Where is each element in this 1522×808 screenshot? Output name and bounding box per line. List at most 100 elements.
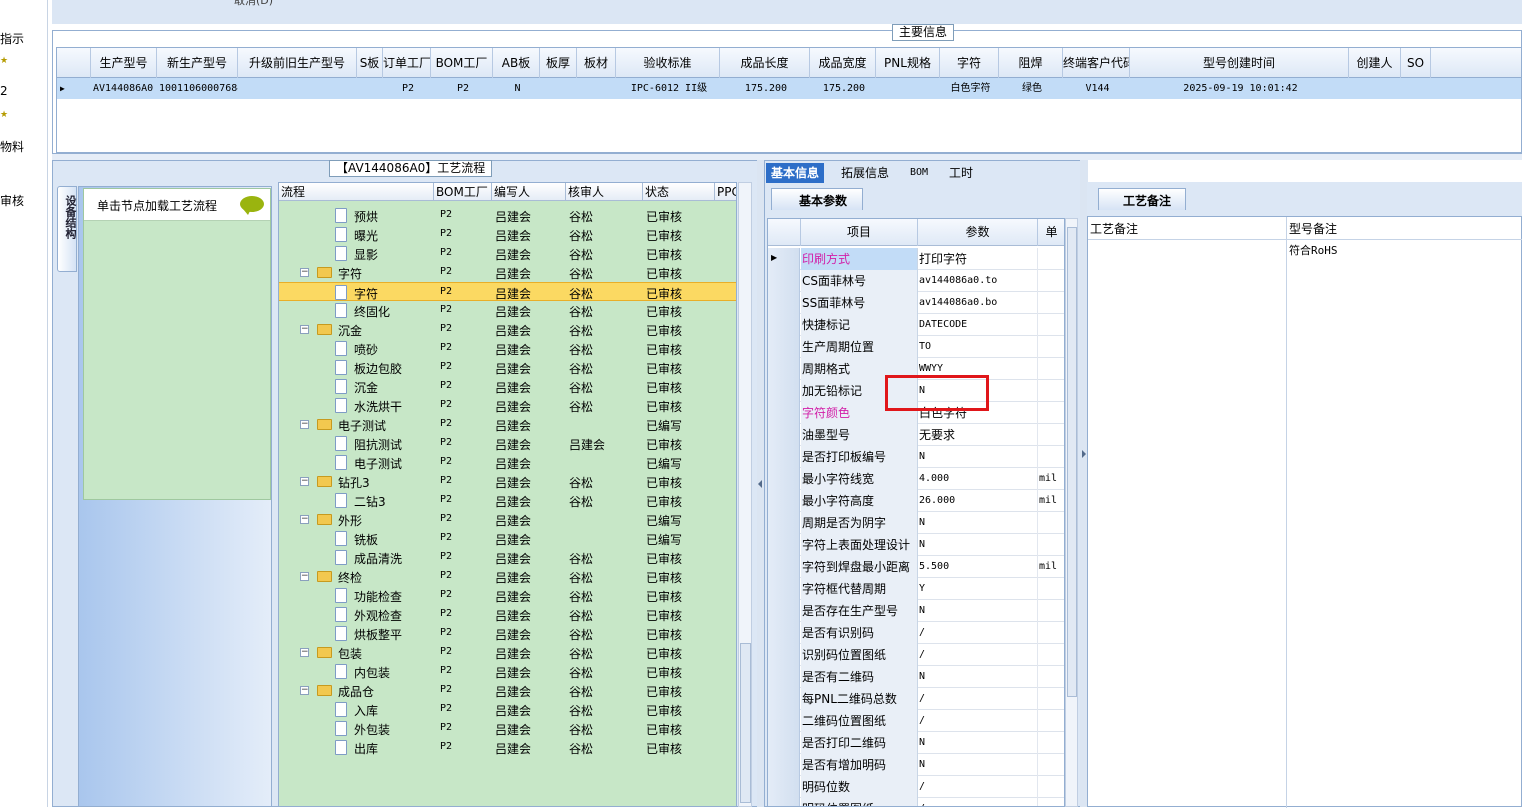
property-value[interactable]: Y: [918, 578, 1038, 600]
property-value[interactable]: /: [918, 798, 1038, 806]
property-row[interactable]: 二维码位置图纸 /: [768, 710, 1064, 732]
tree-scrollbar[interactable]: [738, 182, 752, 807]
property-column-header[interactable]: 单: [1038, 219, 1064, 246]
property-row[interactable]: SS面菲林号 av144086a0.bo: [768, 292, 1064, 314]
property-row[interactable]: 最小字符线宽 4.000 mil: [768, 468, 1064, 490]
property-value[interactable]: /: [918, 776, 1038, 798]
property-row[interactable]: 最小字符高度 26.000 mil: [768, 490, 1064, 512]
row-header[interactable]: [768, 600, 800, 622]
property-row[interactable]: 明码位数 /: [768, 776, 1064, 798]
tree-column-header[interactable]: 流程: [279, 183, 434, 201]
column-header[interactable]: 生产型号: [91, 48, 157, 78]
table-cell[interactable]: V144: [1065, 78, 1130, 99]
row-header[interactable]: [768, 358, 800, 380]
table-cell[interactable]: 10011060007684: [159, 78, 238, 99]
table-cell[interactable]: AV144086A0: [93, 78, 157, 99]
tree-group[interactable]: − 钻孔3 P2 吕建会 谷松 已审核: [279, 472, 736, 491]
property-row[interactable]: 每PNL二维码总数 /: [768, 688, 1064, 710]
table-cell[interactable]: 175.200: [812, 78, 876, 99]
tab-basic-params[interactable]: 基本参数: [771, 188, 863, 210]
column-header[interactable]: SO: [1401, 48, 1431, 78]
collapse-icon[interactable]: −: [300, 648, 309, 657]
row-header[interactable]: [768, 754, 800, 776]
property-value[interactable]: N: [918, 666, 1038, 688]
column-header[interactable]: 升级前旧生产型号: [238, 48, 357, 78]
property-value[interactable]: /: [918, 688, 1038, 710]
property-row[interactable]: 字符到焊盘最小距离 5.500 mil: [768, 556, 1064, 578]
row-header[interactable]: [768, 732, 800, 754]
row-header[interactable]: [768, 402, 800, 424]
collapse-icon[interactable]: −: [300, 515, 309, 524]
row-header[interactable]: [768, 688, 800, 710]
tree-node[interactable]: 成品清洗 P2 吕建会 谷松 已审核: [279, 548, 736, 567]
collapse-icon[interactable]: −: [300, 268, 309, 277]
tree-node[interactable]: 烘板整平 P2 吕建会 谷松 已审核: [279, 624, 736, 643]
row-header[interactable]: [768, 578, 800, 600]
tree-group[interactable]: − 沉金 P2 吕建会 谷松 已审核: [279, 320, 736, 339]
row-header[interactable]: [768, 776, 800, 798]
property-value[interactable]: N: [918, 534, 1038, 556]
row-header[interactable]: [768, 556, 800, 578]
tree-node[interactable]: 字符 P2 吕建会 谷松 已审核: [279, 282, 736, 301]
property-row[interactable]: 字符框代替周期 Y: [768, 578, 1064, 600]
column-header[interactable]: 新生产型号: [157, 48, 238, 78]
tree-node[interactable]: 沉金 P2 吕建会 谷松 已审核: [279, 377, 736, 396]
row-header[interactable]: [768, 380, 800, 402]
table-cell[interactable]: [1403, 78, 1431, 99]
property-value[interactable]: 打印字符: [918, 248, 1038, 270]
property-row[interactable]: 油墨型号 无要求: [768, 424, 1064, 446]
tree-node[interactable]: 曝光 P2 吕建会 谷松 已审核: [279, 225, 736, 244]
nav-item[interactable]: 物料: [0, 138, 24, 155]
property-value[interactable]: N: [918, 446, 1038, 468]
tree-column-header[interactable]: BOM工厂: [434, 183, 492, 201]
property-value[interactable]: av144086a0.to: [918, 270, 1038, 292]
column-header[interactable]: PNL规格: [876, 48, 940, 78]
collapse-icon[interactable]: −: [300, 572, 309, 581]
property-value[interactable]: av144086a0.bo: [918, 292, 1038, 314]
tab-3[interactable]: 工时: [944, 163, 978, 183]
property-column-header[interactable]: 参数: [918, 219, 1038, 246]
table-cell[interactable]: P2: [385, 78, 431, 99]
tree-column-header[interactable]: PPC: [715, 183, 736, 201]
table-cell[interactable]: [542, 78, 577, 99]
row-header[interactable]: [768, 512, 800, 534]
column-header[interactable]: BOM工厂: [431, 48, 493, 78]
nav-item[interactable]: 指示: [0, 30, 24, 47]
row-header[interactable]: [768, 314, 800, 336]
column-header[interactable]: 终端客户代码: [1063, 48, 1130, 78]
property-row[interactable]: 是否有二维码 N: [768, 666, 1064, 688]
row-header[interactable]: [768, 622, 800, 644]
property-row[interactable]: 周期是否为阴字 N: [768, 512, 1064, 534]
property-row[interactable]: ▶ 印刷方式 打印字符: [768, 248, 1064, 270]
row-header[interactable]: [768, 336, 800, 358]
column-header[interactable]: 板材: [577, 48, 616, 78]
tree-column-header[interactable]: 编写人: [492, 183, 566, 201]
row-header[interactable]: [768, 644, 800, 666]
column-header[interactable]: 订单工厂: [383, 48, 431, 78]
tree-node[interactable]: 预烘 P2 吕建会 谷松 已审核: [279, 206, 736, 225]
property-value[interactable]: N: [918, 732, 1038, 754]
property-row[interactable]: 识别码位置图纸 /: [768, 644, 1064, 666]
tree-group[interactable]: − 外形 P2 吕建会 已编写: [279, 510, 736, 529]
model-notes-value[interactable]: 符合RoHS: [1289, 242, 1338, 258]
row-header[interactable]: [768, 534, 800, 556]
tree-column-header[interactable]: 状态: [643, 183, 715, 201]
column-header[interactable]: 成品长度: [720, 48, 810, 78]
tab-0[interactable]: 基本信息: [766, 163, 825, 183]
tree-node[interactable]: 板边包胶 P2 吕建会 谷松 已审核: [279, 358, 736, 377]
table-cell[interactable]: N: [495, 78, 540, 99]
tree-group[interactable]: − 包装 P2 吕建会 谷松 已审核: [279, 643, 736, 662]
tree-group[interactable]: − 终检 P2 吕建会 谷松 已审核: [279, 567, 736, 586]
property-value[interactable]: DATECODE: [918, 314, 1038, 336]
tab-process-notes[interactable]: 工艺备注: [1098, 188, 1186, 210]
collapse-icon[interactable]: −: [300, 686, 309, 695]
tab-2[interactable]: BOM: [905, 163, 933, 183]
column-header[interactable]: 字符: [940, 48, 999, 78]
tab-1[interactable]: 拓展信息: [836, 163, 894, 183]
row-header[interactable]: [768, 490, 800, 512]
property-row[interactable]: 快捷标记 DATECODE: [768, 314, 1064, 336]
table-cell[interactable]: 白色字符: [942, 78, 999, 99]
column-header[interactable]: 成品宽度: [810, 48, 876, 78]
property-row[interactable]: 字符上表面处理设计 N: [768, 534, 1064, 556]
row-header[interactable]: [768, 468, 800, 490]
